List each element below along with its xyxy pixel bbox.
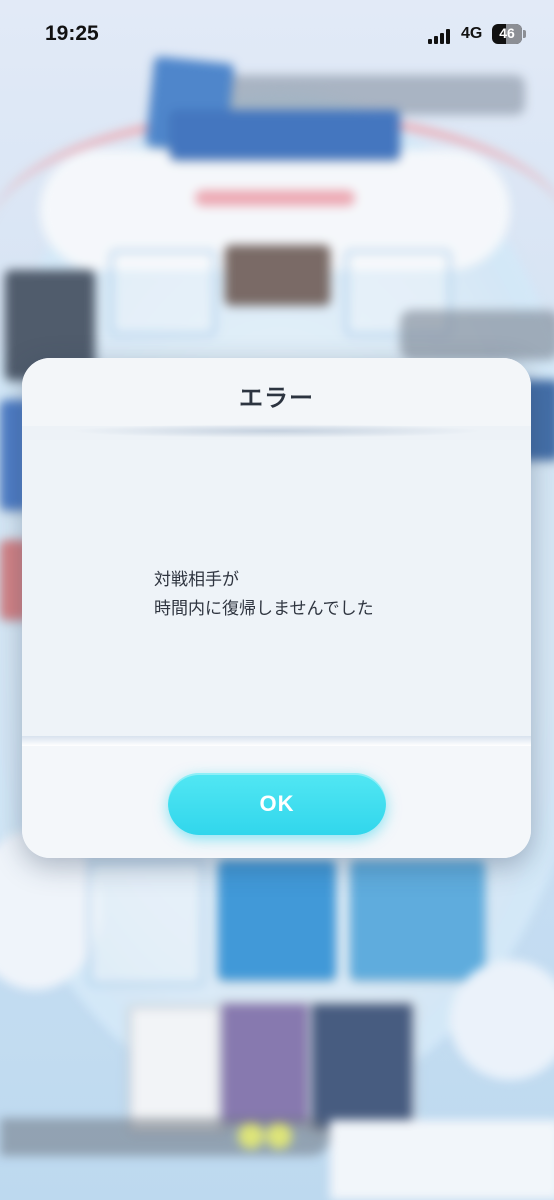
error-message: 対戦相手が 時間内に復帰しませんでした	[154, 566, 374, 624]
screen: 19:25 4G 46 エラー 対戦相手が 時間内に復帰しませんでした OK	[0, 0, 554, 1200]
battery-tip	[523, 30, 526, 38]
error-dialog: エラー 対戦相手が 時間内に復帰しませんでした OK	[22, 358, 531, 858]
error-message-line: 対戦相手が	[154, 570, 239, 590]
clock: 19:25	[45, 22, 99, 45]
signal-icon	[428, 28, 454, 44]
status-bar: 19:25 4G 46	[0, 0, 554, 72]
header-divider	[70, 424, 483, 438]
dialog-header: エラー	[22, 358, 531, 426]
ok-button[interactable]: OK	[168, 773, 386, 835]
error-message-line: 時間内に復帰しませんでした	[154, 599, 374, 619]
battery-level: 46	[499, 25, 515, 41]
footer-divider	[22, 736, 531, 746]
network-type: 4G	[461, 25, 483, 42]
battery-icon: 46	[492, 24, 522, 44]
dialog-title: エラー	[239, 384, 314, 412]
